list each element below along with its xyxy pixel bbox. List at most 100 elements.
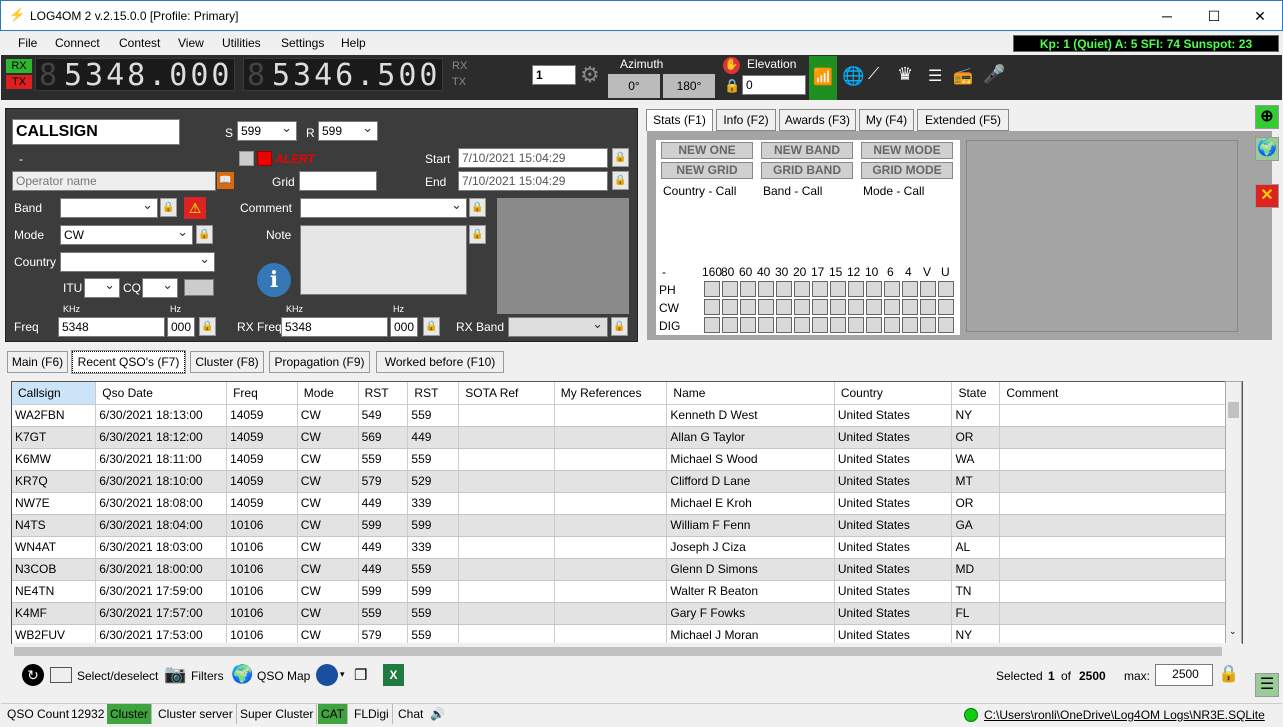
tab-propagation[interactable]: Propagation (F9) <box>269 351 370 373</box>
azimuth-long-path[interactable]: 180° <box>663 74 715 98</box>
recent-qso-table[interactable]: Callsign Qso Date Freq Mode RST RST SOTA Ref My… <box>11 381 1243 644</box>
side-list-icon[interactable]: ☰ <box>1255 673 1279 697</box>
column-header[interactable]: My References <box>554 382 668 405</box>
horizontal-scrollbar[interactable] <box>12 643 1242 660</box>
database-path[interactable]: C:\Users\ronli\OneDrive\Log4OM Logs\NR3E… <box>984 708 1265 722</box>
table-row[interactable]: K7GT 6/30/2021 18:12:00 14059 CW 569 449 Allan… <box>12 426 1242 449</box>
tab-my[interactable]: My (F4) <box>859 109 914 131</box>
menu-settings[interactable]: Settings <box>281 36 324 50</box>
cw-key-icon[interactable]: 🎤 <box>983 64 1005 85</box>
rxfreq-lock-icon[interactable]: 🔒 <box>423 317 440 336</box>
tab-info[interactable]: Info (F2) <box>716 109 776 131</box>
menu-list-icon[interactable]: ☰ <box>928 66 942 86</box>
menu-help[interactable]: Help <box>341 36 366 50</box>
google-earth-icon[interactable] <box>316 664 338 686</box>
band-lock-icon[interactable]: 🔒 <box>160 198 177 217</box>
column-header[interactable]: Country <box>834 382 953 405</box>
clear-x-icon[interactable]: ✕ <box>1255 184 1279 208</box>
column-header[interactable]: Qso Date <box>95 382 228 405</box>
status-cluster-server[interactable]: Cluster server <box>155 704 237 724</box>
globe-icon[interactable]: 🌐 <box>842 66 864 87</box>
status-cluster[interactable]: Cluster <box>107 704 153 724</box>
refresh-icon[interactable]: ↻ <box>22 664 44 686</box>
close-button[interactable]: ✕ <box>1237 1 1283 31</box>
menu-utilities[interactable]: Utilities <box>222 36 261 50</box>
callsign-input[interactable]: CALLSIGN <box>12 119 180 145</box>
table-row[interactable]: N3COB 6/30/2021 18:00:00 10106 CW 449 559 Glen… <box>12 558 1242 581</box>
table-row[interactable]: K6MW 6/30/2021 18:11:00 14059 CW 559 559 Micha… <box>12 448 1242 471</box>
status-cat[interactable]: CAT <box>318 704 349 724</box>
rxfreq-khz-input[interactable]: 5348 <box>281 317 388 337</box>
filters-icon[interactable]: 📷 <box>164 664 186 685</box>
rst-rcvd-select[interactable]: 599 <box>318 119 378 141</box>
menu-view[interactable]: View <box>178 36 204 50</box>
table-row[interactable]: WN4AT 6/30/2021 18:03:00 10106 CW 449 339 Jose… <box>12 536 1242 559</box>
tab-recent-qsos[interactable]: Recent QSO's (F7) <box>71 350 186 374</box>
azimuth-short-path[interactable]: 0° <box>608 74 660 98</box>
elevation-lock-icon[interactable]: 🔒 <box>724 78 740 94</box>
rxband-lock-icon[interactable]: 🔒 <box>611 317 628 336</box>
menu-contest[interactable]: Contest <box>119 36 160 50</box>
tab-awards[interactable]: Awards (F3) <box>779 109 856 131</box>
start-datetime[interactable]: 7/10/2021 15:04:29 <box>458 148 608 168</box>
rst-sent-select[interactable]: 599 <box>237 119 297 141</box>
vfo-spinner[interactable]: 1 <box>532 65 576 85</box>
vertical-scrollbar[interactable]: ⌄ <box>1225 381 1242 644</box>
table-row[interactable]: WB2FUV 6/30/2021 17:53:00 10106 CW 579 559 Mic… <box>12 624 1242 643</box>
menu-connect[interactable]: Connect <box>55 36 100 50</box>
comment-select[interactable] <box>300 196 467 218</box>
column-header[interactable]: Freq <box>226 382 298 405</box>
operator-name-input[interactable]: Operator name <box>12 171 216 191</box>
main-frequency-display[interactable]: 8 5348.000 <box>35 58 235 92</box>
windows-icon[interactable]: ❐ <box>354 666 367 684</box>
contest-crown-icon[interactable]: ♛ <box>897 64 913 85</box>
grid-input[interactable] <box>299 171 377 191</box>
tab-worked-before[interactable]: Worked before (F10) <box>376 351 504 373</box>
select-deselect-label[interactable]: Select/deselect <box>77 669 158 683</box>
note-textarea[interactable] <box>300 225 467 295</box>
end-datetime[interactable]: 7/10/2021 15:04:29 <box>458 171 608 191</box>
status-super-cluster[interactable]: Super Cluster <box>237 704 318 724</box>
table-row[interactable]: K4MF 6/30/2021 17:57:00 10106 CW 559 559 Gary … <box>12 602 1242 625</box>
info-icon[interactable]: i <box>257 263 291 297</box>
radio-icon[interactable]: 📻 <box>953 66 973 86</box>
tab-cluster[interactable]: Cluster (F8) <box>190 351 264 373</box>
antenna-icon[interactable]: ⟋ <box>868 66 879 84</box>
freq-hz-input[interactable]: 000 <box>167 317 195 337</box>
mode-lock-icon[interactable]: 🔒 <box>196 225 213 244</box>
max-input[interactable]: 2500 <box>1155 664 1213 686</box>
column-header[interactable]: Comment <box>999 382 1242 405</box>
maximize-button[interactable]: ☐ <box>1191 1 1237 31</box>
table-row[interactable]: NE4TN 6/30/2021 17:59:00 10106 CW 599 599 Walt… <box>12 580 1242 603</box>
tab-stats[interactable]: Stats (F1) <box>646 109 713 131</box>
table-row[interactable]: NW7E 6/30/2021 18:08:00 14059 CW 449 339 Micha… <box>12 492 1242 515</box>
table-row[interactable]: WA2FBN 6/30/2021 18:13:00 14059 CW 549 559 Ken… <box>12 404 1242 427</box>
comment-lock-icon[interactable]: 🔒 <box>469 198 486 217</box>
lookup-globe-icon[interactable]: 🌍 <box>1255 137 1279 161</box>
column-header[interactable]: RST <box>358 382 409 405</box>
end-lock-icon[interactable]: 🔒 <box>612 171 629 190</box>
excel-export-icon[interactable]: X <box>383 664 404 686</box>
rx-frequency-display[interactable]: 8 5346.500 <box>243 58 443 92</box>
cq-select[interactable] <box>142 276 178 298</box>
tab-extended[interactable]: Extended (F5) <box>917 109 1009 131</box>
extra-field[interactable] <box>184 279 214 296</box>
qso-map-label[interactable]: QSO Map <box>257 669 310 683</box>
column-header[interactable]: RST <box>407 382 460 405</box>
qso-map-icon[interactable]: 🌍 <box>231 664 253 685</box>
warning-icon[interactable]: ⚠ <box>184 197 206 219</box>
elevation-input[interactable]: 0 <box>742 75 806 95</box>
status-chat[interactable]: Chat <box>395 704 426 724</box>
stop-rotator-icon[interactable]: ✋ <box>723 57 740 74</box>
column-header[interactable]: SOTA Ref <box>458 382 555 405</box>
table-row[interactable]: KR7Q 6/30/2021 18:10:00 14059 CW 579 529 Cliff… <box>12 470 1242 493</box>
radio-settings-gear-icon[interactable]: ⚙ <box>580 62 600 88</box>
cat-connected-icon[interactable]: 📶 <box>809 56 837 100</box>
add-icon[interactable]: ⊕ <box>1255 105 1279 129</box>
freq-lock-icon[interactable]: 🔒 <box>199 317 216 336</box>
freq-khz-input[interactable]: 5348 <box>58 317 165 337</box>
column-header[interactable]: Name <box>666 382 835 405</box>
tab-main[interactable]: Main (F6) <box>7 351 68 373</box>
rxband-select[interactable] <box>508 315 608 337</box>
max-lock-icon[interactable]: 🔒 <box>1218 664 1239 684</box>
